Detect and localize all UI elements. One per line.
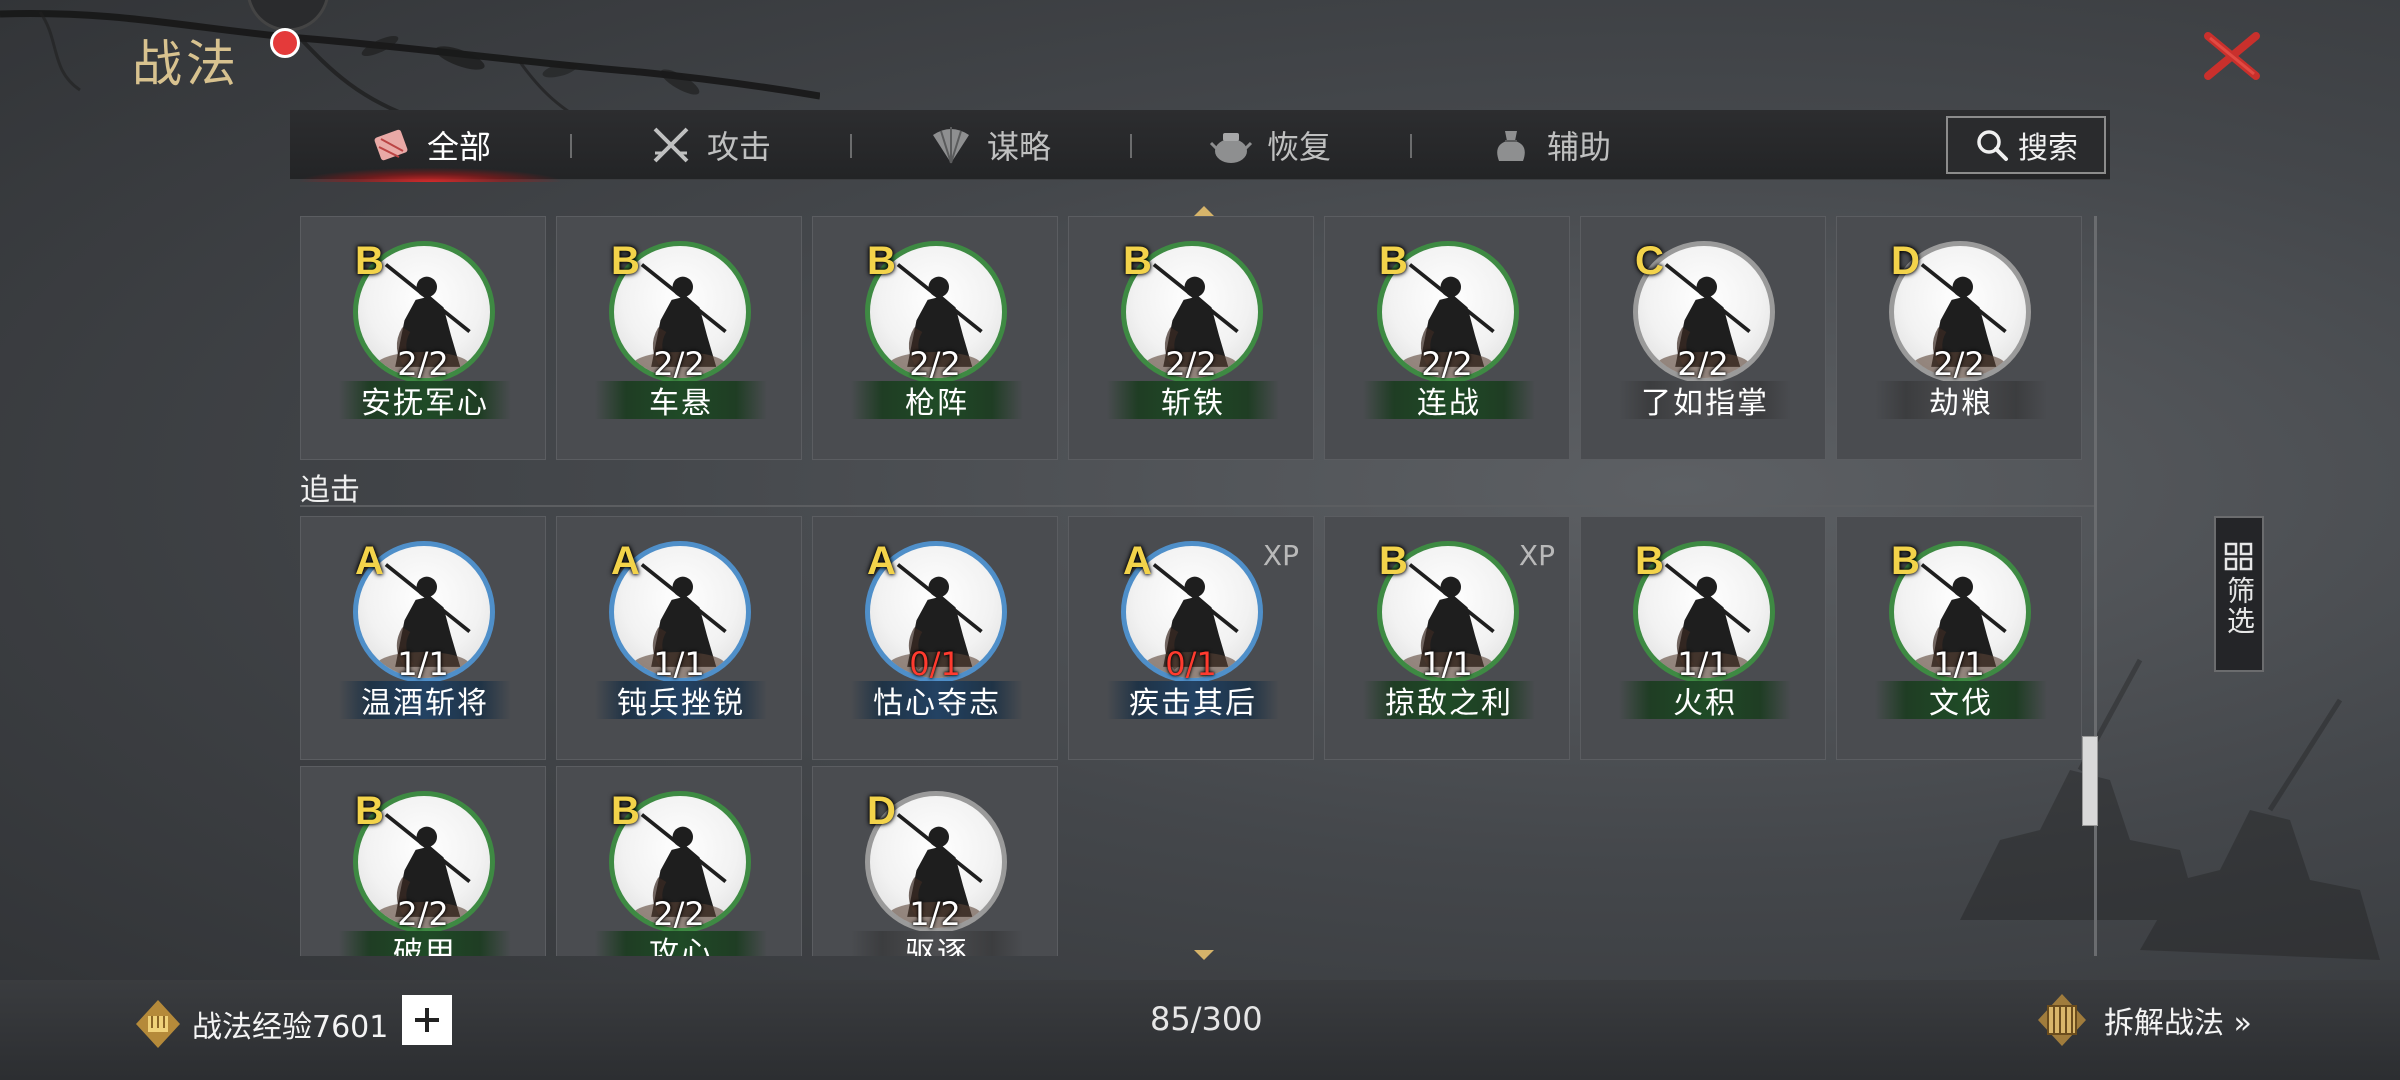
skill-grade: B — [1379, 239, 1408, 283]
skill-card[interactable]: D 1/2 驱逐 — [812, 766, 1058, 956]
skill-grade: B — [355, 239, 384, 283]
dismantle-label: 拆解战法 » — [2104, 1006, 2252, 1041]
skill-name: 怙心夺志 — [851, 681, 1023, 721]
skill-card[interactable]: A XP 0/1 疾击其后 — [1068, 516, 1314, 760]
skill-grade: B — [867, 239, 896, 283]
skill-card[interactable]: B XP 1/1 掠敌之利 — [1324, 516, 1570, 760]
scrollbar-thumb[interactable] — [2082, 736, 2098, 826]
tab-label: 全部 — [426, 128, 491, 166]
skill-name: 车悬 — [595, 381, 767, 421]
skill-grade: A — [1123, 539, 1152, 583]
skill-name: 攻心 — [595, 931, 767, 956]
filter-label: 筛选 — [2223, 576, 2256, 636]
skill-card[interactable]: B 2/2 攻心 — [556, 766, 802, 956]
tab-support[interactable]: 辅助 — [1410, 110, 1690, 180]
dismantle-icon — [2038, 994, 2086, 1046]
skill-card[interactable]: A 1/1 钝兵挫锐 — [556, 516, 802, 760]
category-tab-bar: 全部 攻击 谋略 恢复 辅助 搜索 — [290, 110, 2110, 182]
notification-dot — [270, 28, 300, 58]
add-exp-button[interactable] — [402, 995, 452, 1045]
skill-grade: B — [1891, 539, 1920, 583]
search-button[interactable]: 搜索 — [1946, 116, 2106, 174]
tab-all[interactable]: 全部 — [290, 110, 570, 182]
skill-grade: B — [1379, 539, 1408, 583]
skill-name: 驱逐 — [851, 931, 1023, 956]
skill-grade: D — [1891, 239, 1920, 283]
skill-name: 枪阵 — [851, 381, 1023, 421]
skill-card[interactable]: B 2/2 车悬 — [556, 216, 802, 460]
dismantle-skill-button[interactable]: 拆解战法 » — [2034, 992, 2252, 1048]
fan-strategy-icon — [932, 127, 969, 164]
fist-exp-icon — [136, 1000, 180, 1048]
tab-restore[interactable]: 恢复 — [1130, 110, 1410, 180]
skill-card[interactable]: A 0/1 怙心夺志 — [812, 516, 1058, 760]
skill-card[interactable]: C 2/2 了如指掌 — [1580, 216, 1826, 460]
skill-card[interactable]: B 2/2 破甲 — [300, 766, 546, 956]
skill-grade: D — [867, 789, 896, 833]
skill-name: 安抚军心 — [339, 381, 511, 421]
skill-card[interactable]: B 1/1 火积 — [1580, 516, 1826, 760]
skill-grade: B — [355, 789, 384, 833]
plus-icon — [415, 1008, 439, 1032]
section-label-pursuit: 追击 — [300, 473, 360, 508]
xp-tag: XP — [1262, 539, 1299, 572]
scrollbar-track — [2094, 216, 2097, 956]
skill-grade: A — [355, 539, 384, 583]
tab-strategy[interactable]: 谋略 — [850, 110, 1130, 180]
skill-name: 斩铁 — [1107, 381, 1279, 421]
filter-button[interactable]: 筛选 — [2214, 516, 2264, 672]
skill-card[interactable]: B 1/1 文伐 — [1836, 516, 2082, 760]
skill-capacity: 85/300 — [1150, 1000, 1263, 1038]
restore-pot-icon — [1209, 133, 1253, 163]
skill-name: 了如指掌 — [1619, 381, 1791, 421]
skill-grade: B — [1123, 239, 1152, 283]
bottom-bar: 战法经验7601 85/300 拆解战法 » — [0, 980, 2400, 1080]
section-divider — [300, 505, 2096, 507]
skill-card[interactable]: B 2/2 安抚军心 — [300, 216, 546, 460]
grid-icon — [2224, 542, 2253, 571]
tab-attack[interactable]: 攻击 — [570, 110, 850, 180]
tab-label: 辅助 — [1546, 128, 1611, 166]
skill-grade: B — [1635, 539, 1664, 583]
skill-name: 破甲 — [339, 931, 511, 956]
skill-grade: A — [611, 539, 640, 583]
all-skills-icon — [374, 129, 408, 161]
skill-name: 火积 — [1619, 681, 1791, 721]
skill-grade: C — [1635, 239, 1664, 283]
skill-name: 温酒斩将 — [339, 681, 511, 721]
page-title: 战法 — [132, 35, 240, 93]
skill-card[interactable]: B 2/2 连战 — [1324, 216, 1570, 460]
close-icon[interactable] — [2200, 28, 2264, 84]
skill-card[interactable]: B 2/2 枪阵 — [812, 216, 1058, 460]
crossed-swords-icon — [653, 127, 689, 163]
search-icon — [1977, 130, 2008, 161]
search-label: 搜索 — [2018, 131, 2078, 166]
skill-grade: B — [611, 239, 640, 283]
tab-label: 恢复 — [1266, 128, 1331, 166]
skill-exp-label: 战法经验7601 — [192, 1010, 389, 1045]
skill-name: 连战 — [1363, 381, 1535, 421]
tab-label: 谋略 — [986, 128, 1051, 166]
skill-name: 疾击其后 — [1107, 681, 1279, 721]
xp-tag: XP — [1518, 539, 1555, 572]
skill-grade: B — [611, 789, 640, 833]
skill-name: 钝兵挫锐 — [595, 681, 767, 721]
skill-name: 劫粮 — [1875, 381, 2047, 421]
skill-list: B 2/2 安抚军心 B 2/2 车悬 B 2/2 枪阵 B 2/2 斩铁 B 2/2 连战 C 2/2 了如指掌… — [300, 212, 2096, 956]
skill-name: 文伐 — [1875, 681, 2047, 721]
skill-card[interactable]: D 2/2 劫粮 — [1836, 216, 2082, 460]
skill-card[interactable]: B 2/2 斩铁 — [1068, 216, 1314, 460]
skill-card[interactable]: A 1/1 温酒斩将 — [300, 516, 546, 760]
skill-grade: A — [867, 539, 896, 583]
skill-name: 掠敌之利 — [1363, 681, 1535, 721]
scroll-down-icon[interactable] — [1192, 948, 1216, 962]
skill-exp-display: 战法经验7601 — [132, 998, 388, 1050]
tab-label: 攻击 — [706, 128, 771, 166]
support-bag-icon — [1497, 131, 1525, 161]
